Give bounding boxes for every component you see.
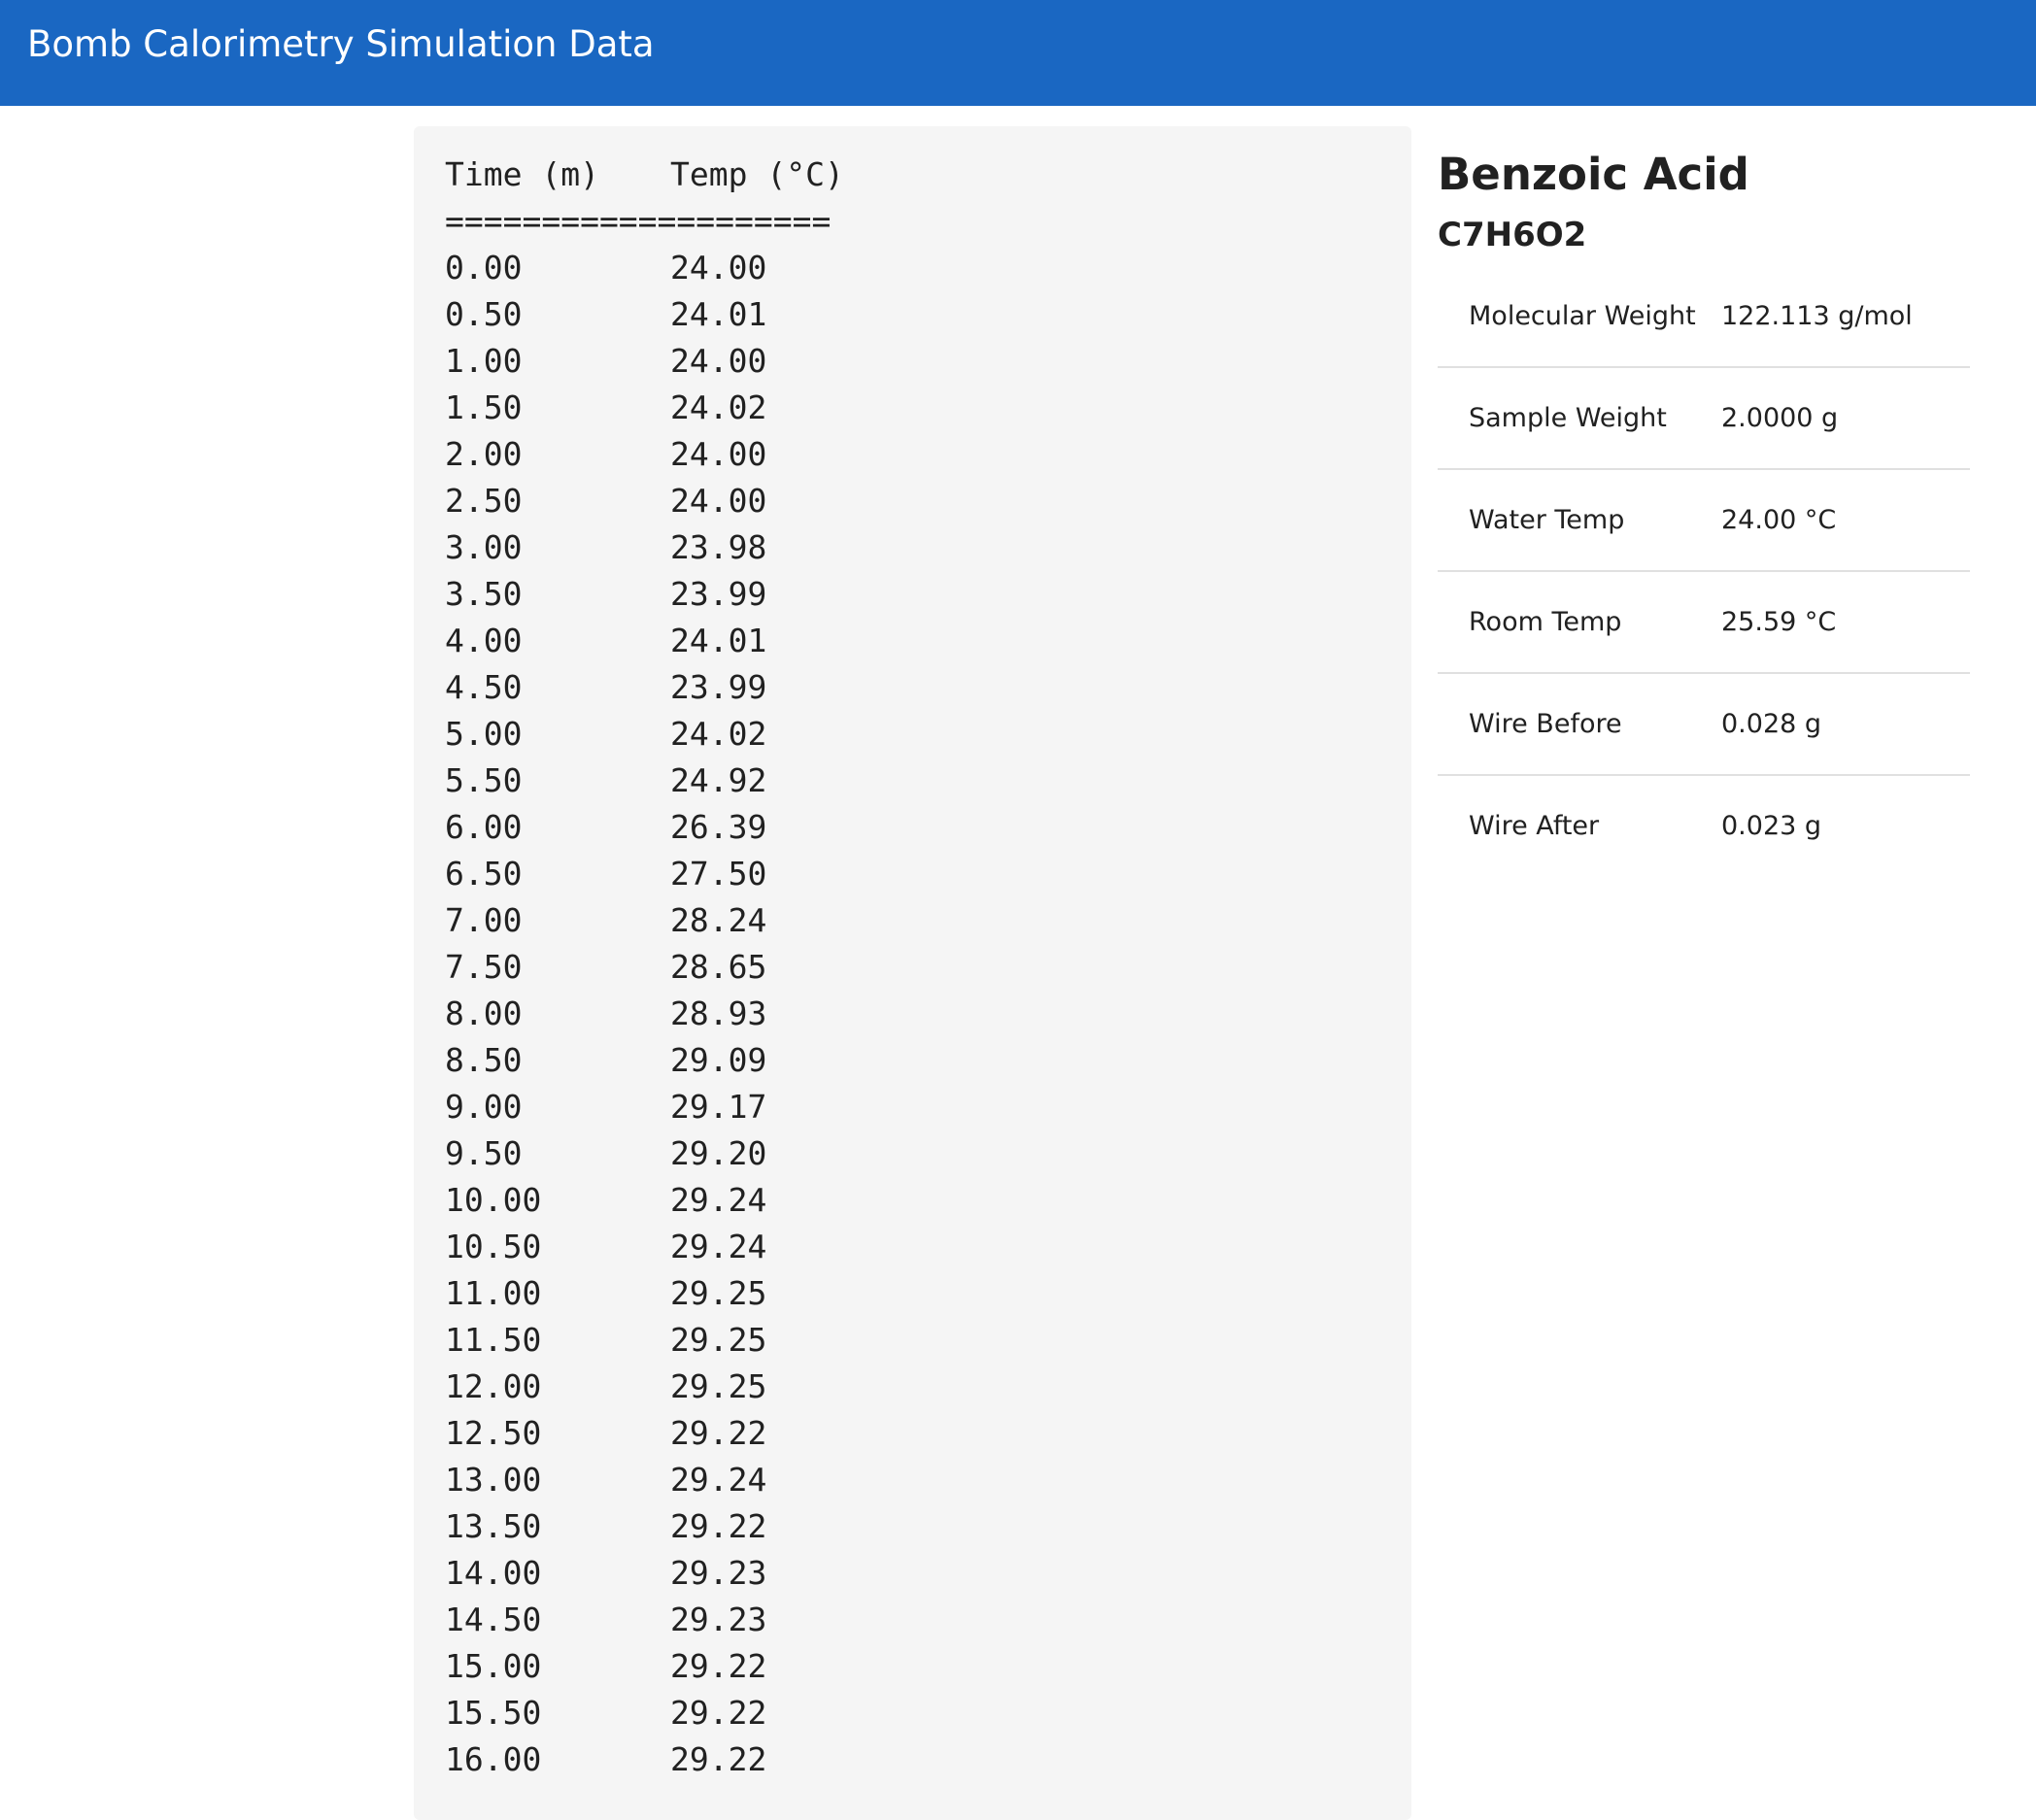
- property-value: 24.00 °C: [1721, 505, 1837, 535]
- time-cell: 2.50: [445, 482, 523, 520]
- time-cell: 14.00: [445, 1554, 542, 1592]
- temp-cell: 26.39: [670, 808, 767, 846]
- property-row: Sample Weight 2.0000 g: [1438, 367, 1970, 469]
- time-cell: 5.00: [445, 715, 523, 753]
- temp-cell: 29.24: [670, 1228, 767, 1265]
- time-cell: 2.00: [445, 435, 523, 473]
- time-cell: 0.50: [445, 295, 523, 333]
- temp-cell: 29.22: [670, 1694, 767, 1732]
- time-cell: 12.00: [445, 1367, 542, 1405]
- time-cell: 7.50: [445, 948, 523, 986]
- temp-cell: 29.23: [670, 1601, 767, 1638]
- time-cell: 1.00: [445, 342, 523, 380]
- temp-cell: 29.25: [670, 1367, 767, 1405]
- time-cell: 1.50: [445, 388, 523, 426]
- property-row: Wire After 0.023 g: [1438, 775, 1970, 876]
- temp-cell: 29.24: [670, 1461, 767, 1499]
- time-cell: 3.50: [445, 575, 523, 613]
- temp-cell: 29.22: [670, 1740, 767, 1778]
- property-label: Wire Before: [1469, 709, 1622, 739]
- temp-cell: 29.22: [670, 1414, 767, 1452]
- property-value: 2.0000 g: [1721, 403, 1839, 433]
- time-cell: 8.00: [445, 994, 523, 1032]
- time-cell: 5.50: [445, 761, 523, 799]
- time-cell: 15.50: [445, 1694, 542, 1732]
- app-bar: Bomb Calorimetry Simulation Data: [0, 0, 2036, 106]
- time-cell: 7.00: [445, 901, 523, 939]
- property-row: Water Temp 24.00 °C: [1438, 469, 1970, 571]
- temp-cell: 23.99: [670, 668, 767, 706]
- temp-cell: 24.92: [670, 761, 767, 799]
- temp-cell: 24.01: [670, 295, 767, 333]
- temp-cell: 28.93: [670, 994, 767, 1032]
- compound-properties-table: Molecular Weight 122.113 g/mol Sample Weig…: [1438, 266, 1970, 876]
- app-title: Bomb Calorimetry Simulation Data: [27, 23, 655, 65]
- time-cell: 4.00: [445, 622, 523, 659]
- time-cell: 14.50: [445, 1601, 542, 1638]
- temp-cell: 29.22: [670, 1647, 767, 1685]
- property-value: 0.028 g: [1721, 709, 1822, 739]
- compound-name: Benzoic Acid: [1438, 149, 1749, 200]
- time-cell: 13.00: [445, 1461, 542, 1499]
- temp-cell: 24.02: [670, 715, 767, 753]
- temp-cell: 24.00: [670, 342, 767, 380]
- temp-cell: 23.98: [670, 528, 767, 566]
- time-cell: 10.50: [445, 1228, 542, 1265]
- property-label: Molecular Weight: [1469, 301, 1696, 331]
- time-cell: 3.00: [445, 528, 523, 566]
- property-value: 0.023 g: [1721, 811, 1822, 841]
- time-cell: 6.00: [445, 808, 523, 846]
- temp-cell: 27.50: [670, 855, 767, 893]
- time-cell: 6.50: [445, 855, 523, 893]
- time-cell: 0.00: [445, 249, 523, 286]
- property-row: Room Temp 25.59 °C: [1438, 571, 1970, 673]
- time-cell: 15.00: [445, 1647, 542, 1685]
- temp-header: Temp (°C): [670, 155, 844, 193]
- temp-cell: 24.01: [670, 622, 767, 659]
- time-cell: 10.00: [445, 1181, 542, 1219]
- time-cell: 11.50: [445, 1321, 542, 1359]
- temp-cell: 24.00: [670, 482, 767, 520]
- temperature-data-panel: Time (m) Temp (°C) ==================== 0.0…: [414, 126, 1411, 1820]
- compound-info: Benzoic Acid C7H6O2 Molecular Weight 122.…: [1438, 146, 1970, 876]
- time-cell: 9.00: [445, 1088, 523, 1126]
- time-cell: ====================: [445, 202, 831, 240]
- temp-cell: 29.25: [670, 1321, 767, 1359]
- temp-cell: 24.00: [670, 249, 767, 286]
- time-cell: 4.50: [445, 668, 523, 706]
- temp-cell: 29.25: [670, 1274, 767, 1312]
- temp-cell: 29.09: [670, 1041, 767, 1079]
- compound-formula: C7H6O2: [1438, 216, 1587, 254]
- temp-cell: 24.02: [670, 388, 767, 426]
- time-cell: 16.00: [445, 1740, 542, 1778]
- time-cell: 8.50: [445, 1041, 523, 1079]
- property-label: Room Temp: [1469, 607, 1622, 637]
- temp-cell: 28.24: [670, 901, 767, 939]
- property-row: Wire Before 0.028 g: [1438, 673, 1970, 775]
- temp-cell: 24.00: [670, 435, 767, 473]
- temp-cell: 29.22: [670, 1507, 767, 1545]
- property-label: Water Temp: [1469, 505, 1625, 535]
- property-label: Sample Weight: [1469, 403, 1667, 433]
- property-row: Molecular Weight 122.113 g/mol: [1438, 266, 1970, 367]
- property-value: 122.113 g/mol: [1721, 301, 1913, 331]
- temp-cell: 28.65: [670, 948, 767, 986]
- time-cell: 13.50: [445, 1507, 542, 1545]
- time-header: Time (m): [445, 155, 599, 193]
- property-label: Wire After: [1469, 811, 1600, 841]
- time-cell: 9.50: [445, 1134, 523, 1172]
- temp-cell: 29.24: [670, 1181, 767, 1219]
- temp-cell: 23.99: [670, 575, 767, 613]
- temp-cell: 29.20: [670, 1134, 767, 1172]
- temp-cell: 29.23: [670, 1554, 767, 1592]
- time-cell: 11.00: [445, 1274, 542, 1312]
- time-cell: 12.50: [445, 1414, 542, 1452]
- property-value: 25.59 °C: [1721, 607, 1837, 637]
- temp-cell: 29.17: [670, 1088, 767, 1126]
